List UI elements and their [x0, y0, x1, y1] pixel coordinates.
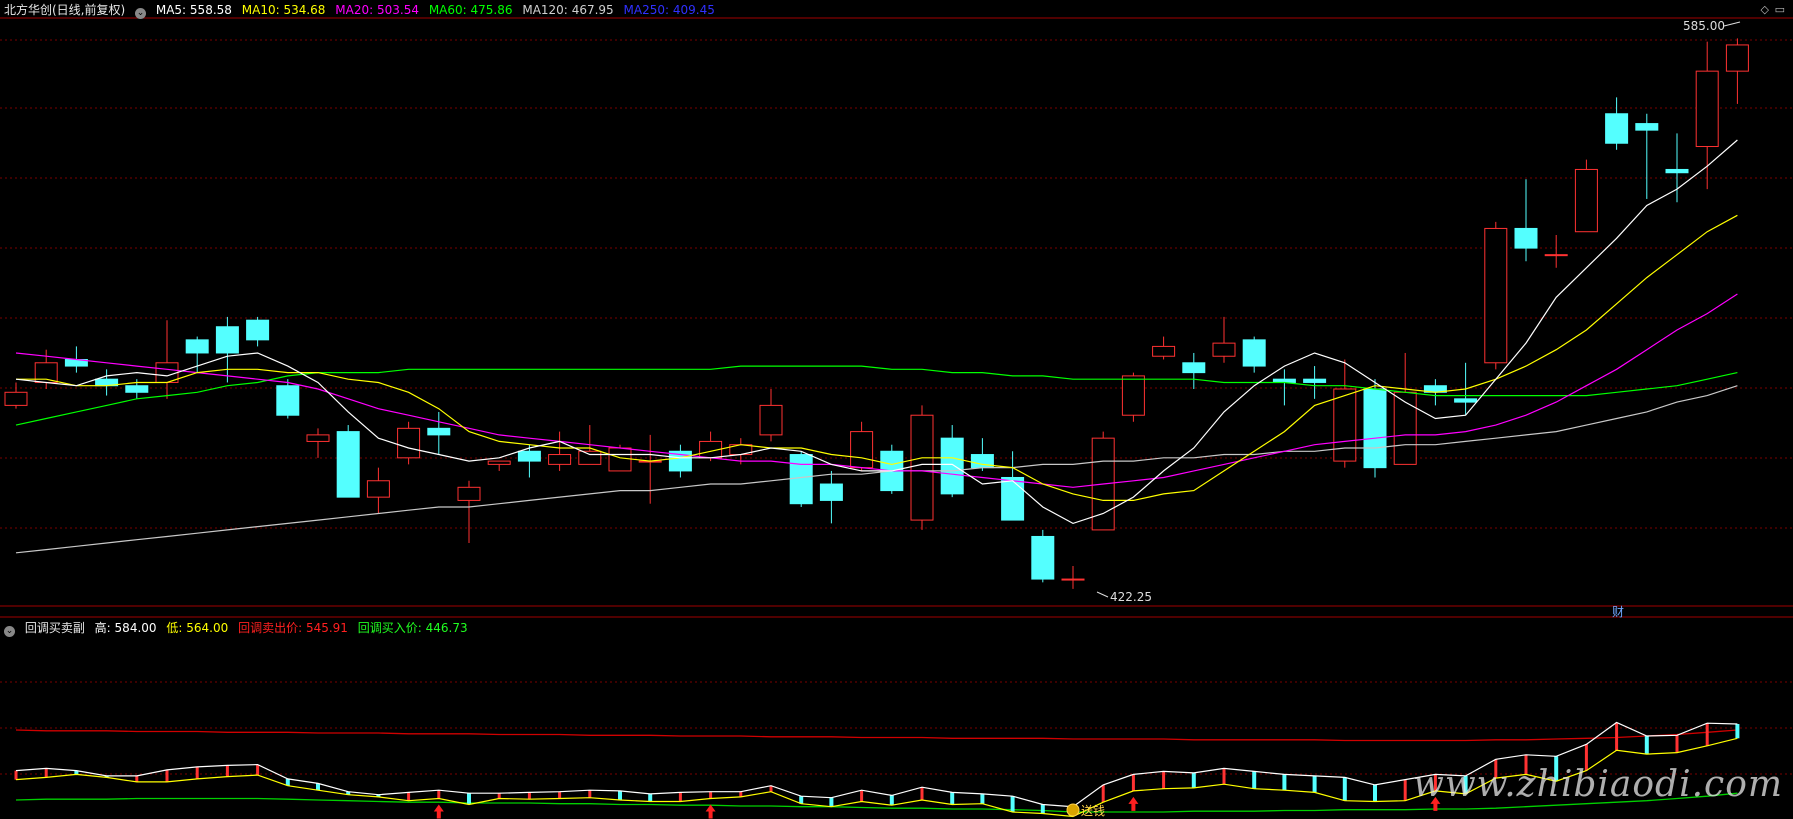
candle-body[interactable]	[1031, 535, 1055, 580]
candle-body[interactable]	[1635, 123, 1659, 131]
main-legend: 北方华创(日线,前复权) ⌄ MA5: 558.58 MA10: 534.68 …	[4, 2, 721, 19]
candle-body[interactable]	[548, 454, 572, 465]
candle-body[interactable]	[1061, 578, 1085, 581]
candle-body[interactable]	[4, 391, 28, 406]
candle-body[interactable]	[215, 326, 239, 354]
candle-body[interactable]	[608, 447, 632, 472]
candle-body[interactable]	[789, 454, 813, 505]
candle-body[interactable]	[819, 483, 843, 501]
kline-chart[interactable]: 585.00 422.25 财 送钱	[0, 0, 1793, 819]
candle-body[interactable]	[306, 434, 330, 442]
high-legend: 高: 584.00	[94, 621, 157, 635]
candle-body[interactable]	[1242, 339, 1266, 367]
candle-body[interactable]	[850, 431, 874, 469]
candle-body[interactable]	[910, 414, 934, 521]
ma60-legend: MA60: 475.86	[428, 3, 513, 17]
max-price-pointer	[1723, 21, 1741, 27]
sell-legend: 回调卖出价: 545.91	[238, 621, 348, 635]
candle-body[interactable]	[366, 480, 390, 498]
candle-body[interactable]	[1725, 44, 1749, 72]
candle-body[interactable]	[578, 450, 602, 465]
candle-body[interactable]	[1182, 362, 1206, 374]
buy-arrow-icon	[1128, 796, 1139, 811]
candle-body[interactable]	[336, 431, 360, 498]
candle-body[interactable]	[1514, 227, 1538, 249]
candle-body[interactable]	[1001, 476, 1025, 521]
candle-body[interactable]	[1303, 378, 1327, 383]
cai-marker[interactable]: 财	[1612, 605, 1624, 619]
candle-body[interactable]	[759, 404, 783, 436]
ma250-legend: MA250: 409.45	[623, 3, 715, 17]
sub-legend: ⌄ 回调买卖副 高: 584.00 低: 564.00 回调卖出价: 545.9…	[4, 620, 474, 637]
min-price-pointer	[1096, 591, 1109, 598]
candle-body[interactable]	[1363, 388, 1387, 469]
candle-body[interactable]	[125, 385, 149, 393]
candle-body[interactable]	[427, 427, 451, 436]
candle-body[interactable]	[185, 339, 209, 354]
candle-body[interactable]	[1333, 388, 1357, 462]
candle-body[interactable]	[1393, 391, 1417, 465]
signal-label: 送钱	[1081, 803, 1105, 818]
window-icon[interactable]: ▭	[1775, 3, 1785, 16]
candle-body[interactable]	[1665, 168, 1689, 174]
diamond-icon[interactable]: ◇	[1761, 3, 1769, 16]
candle-body[interactable]	[1695, 70, 1719, 148]
candle-body[interactable]	[276, 385, 300, 416]
candle-body[interactable]	[487, 460, 511, 465]
buy-arrow-icon	[705, 804, 716, 819]
candle-body[interactable]	[1544, 254, 1568, 257]
min-price-label: 422.25	[1110, 590, 1152, 604]
ma5-line	[15, 139, 1738, 525]
sell-price-line	[15, 729, 1738, 742]
candle-body[interactable]	[1605, 113, 1629, 144]
ma60-line	[15, 365, 1738, 426]
stock-title[interactable]: 北方华创(日线,前复权)	[4, 3, 125, 17]
ma120-legend: MA120: 467.95	[522, 3, 614, 17]
indicator-title[interactable]: 回调买卖副	[25, 621, 85, 635]
max-price-label: 585.00	[1683, 19, 1725, 33]
coin-icon	[1066, 803, 1080, 817]
ma20-legend: MA20: 503.54	[335, 3, 419, 17]
candle-body[interactable]	[1152, 345, 1176, 357]
candle-body[interactable]	[246, 319, 270, 341]
candle-body[interactable]	[940, 437, 964, 495]
watermark: www.zhibiaodi.com	[1413, 764, 1783, 805]
candle-body[interactable]	[1454, 398, 1478, 403]
candle-body[interactable]	[1121, 375, 1145, 416]
buy-arrow-icon	[433, 804, 444, 819]
buy-legend: 回调买入价: 446.73	[357, 621, 468, 635]
candle-body[interactable]	[1212, 342, 1236, 357]
candle-body[interactable]	[517, 450, 541, 462]
main-chart-area[interactable]: 585.00 422.25 财	[4, 19, 1749, 619]
low-legend: 低: 564.00	[166, 621, 229, 635]
candle-body[interactable]	[397, 427, 421, 459]
candle-body[interactable]	[1484, 227, 1508, 364]
indicator-menu-icon[interactable]: ⌄	[4, 626, 15, 637]
ma10-legend: MA10: 534.68	[241, 3, 326, 17]
ma5-legend: MA5: 558.58	[155, 3, 232, 17]
settings-icon[interactable]: ⌄	[135, 8, 147, 19]
candle-body[interactable]	[1574, 168, 1598, 233]
candle-body[interactable]	[457, 486, 481, 501]
